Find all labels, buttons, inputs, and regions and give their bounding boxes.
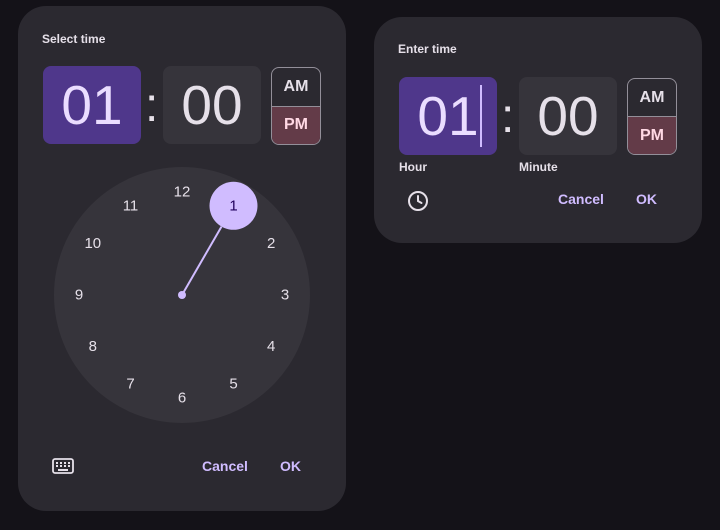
time-separator: :	[501, 90, 515, 143]
dial-number-11[interactable]: 11	[123, 197, 139, 214]
minute-selector[interactable]: 00	[163, 66, 261, 144]
clock-dial[interactable]: 121234567891011	[54, 167, 310, 423]
dial-number-6[interactable]: 6	[178, 390, 186, 407]
dial-number-4[interactable]: 4	[267, 338, 275, 355]
keyboard-input-toggle[interactable]	[48, 454, 78, 478]
hour-label: Hour	[399, 160, 427, 174]
pm-button[interactable]: PM	[628, 116, 676, 154]
dial-number-5[interactable]: 5	[229, 376, 237, 393]
dial-number-3[interactable]: 3	[281, 287, 289, 304]
period-selector: AM PM	[627, 78, 677, 155]
minute-input[interactable]: 00	[519, 77, 617, 155]
dial-number-8[interactable]: 8	[89, 338, 97, 355]
keyboard-icon	[52, 458, 74, 474]
clock-icon	[408, 191, 428, 211]
text-cursor	[480, 85, 482, 147]
dial-number-10[interactable]: 10	[84, 235, 101, 252]
ok-button[interactable]: OK	[280, 458, 301, 474]
cancel-button[interactable]: Cancel	[202, 458, 248, 474]
dial-number-1[interactable]: 1	[229, 197, 237, 214]
am-button[interactable]: AM	[272, 68, 320, 106]
clock-center-dot	[178, 291, 186, 299]
minute-label: Minute	[519, 160, 558, 174]
ok-button[interactable]: OK	[636, 191, 657, 207]
period-selector: AM PM	[271, 67, 321, 145]
dial-input-toggle[interactable]	[404, 187, 432, 215]
pm-button[interactable]: PM	[272, 105, 320, 144]
dialog-title: Enter time	[398, 42, 457, 56]
hour-selector[interactable]: 01	[43, 66, 141, 144]
time-picker-dialog: Select time 01 : 00 AM PM 12 1 2 3 4 5 6 7 8 9 10 1…	[18, 6, 346, 511]
dial-number-12[interactable]: 12	[174, 184, 191, 201]
dial-number-9[interactable]: 9	[75, 287, 83, 304]
time-input-dialog: Enter time 01 : 00 AM PM Hour Minute Can…	[374, 17, 702, 243]
time-separator: :	[145, 79, 159, 132]
hour-input[interactable]: 01	[399, 77, 497, 155]
dialog-title: Select time	[42, 32, 106, 46]
dial-number-7[interactable]: 7	[126, 376, 134, 393]
cancel-button[interactable]: Cancel	[558, 191, 604, 207]
am-button[interactable]: AM	[628, 79, 676, 116]
dial-number-2[interactable]: 2	[267, 235, 275, 252]
